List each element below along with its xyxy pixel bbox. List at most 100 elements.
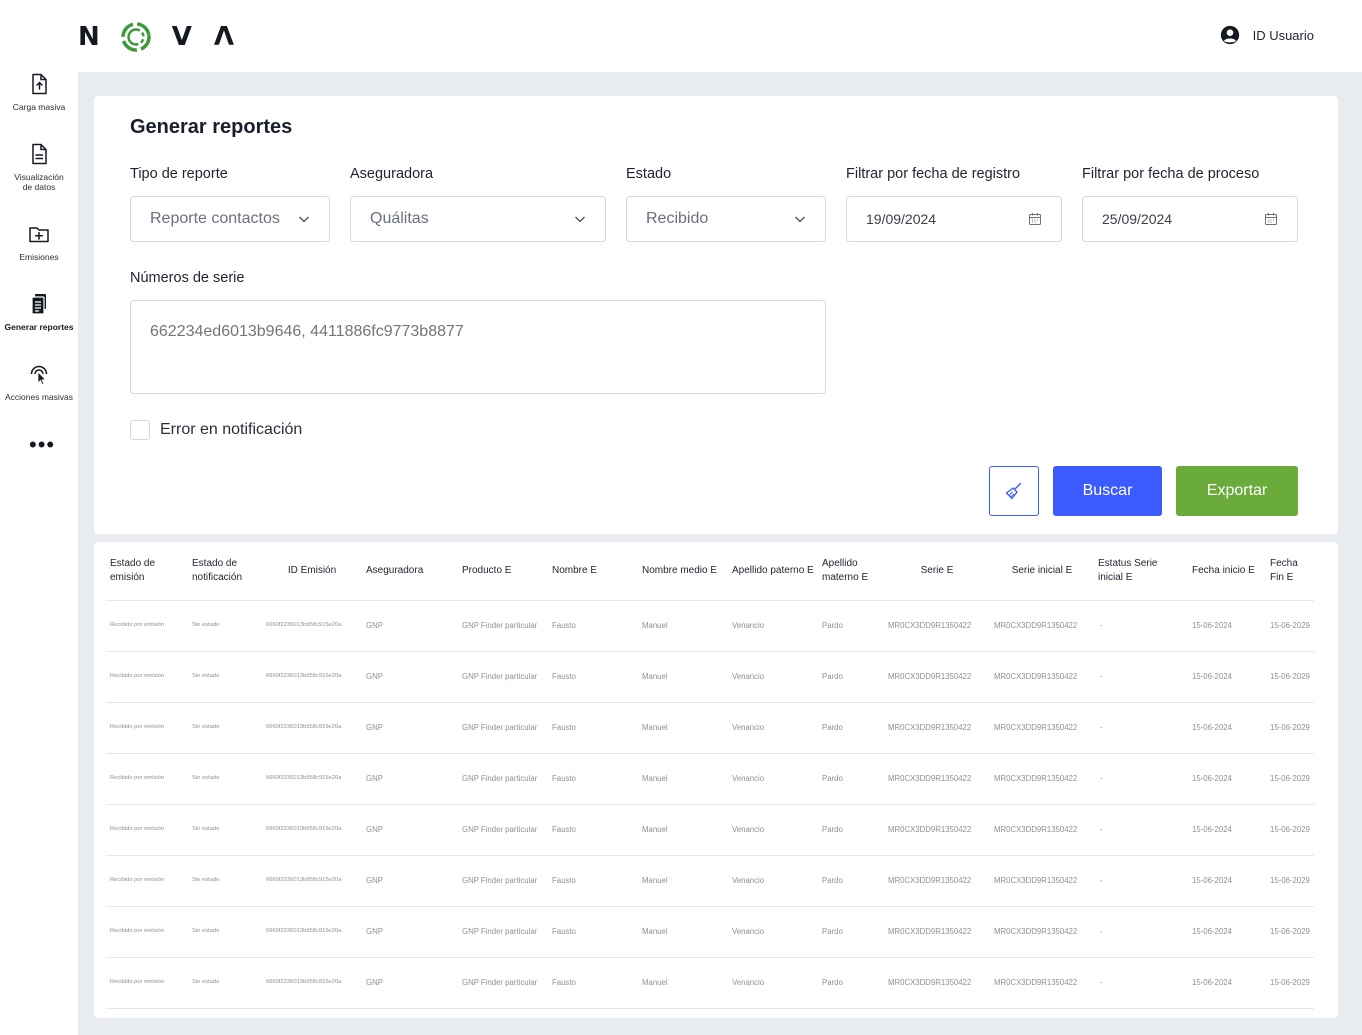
cell-serie-inicial: MR0CX3DD9R1350422 bbox=[990, 600, 1094, 652]
cell-apellido-paterno: Venancio bbox=[728, 600, 818, 652]
cell-nombre-medio: Manuel bbox=[638, 855, 728, 907]
table-row[interactable]: Recibido por emisión Sin estado 6660f22360… bbox=[106, 702, 1314, 754]
cell-estado-notificacion: Sin estado bbox=[188, 804, 262, 856]
cell-serie: MR0CX3DD9R1350422 bbox=[884, 651, 990, 703]
cell-estado-emision: Recibido por emisión bbox=[106, 651, 188, 703]
table-row[interactable]: Recibido por emisión Sin estado 6660f22360… bbox=[106, 855, 1314, 907]
sidebar: Carga masiva Visualización de datos Emis… bbox=[0, 72, 78, 1035]
checkbox-box[interactable] bbox=[130, 420, 150, 440]
fecha-registro-label: Filtrar por fecha de registro bbox=[846, 166, 1021, 182]
sidebar-item-label: Carga masiva bbox=[12, 102, 66, 112]
cell-apellido-materno: Pardo bbox=[818, 804, 884, 856]
cell-apellido-paterno: Venancio bbox=[728, 906, 818, 958]
cell-serie: MR0CX3DD9R1350422 bbox=[884, 702, 990, 754]
estado-select[interactable]: Recibido bbox=[626, 196, 826, 242]
cell-id-emision: 6660f2236013b958c915e20a bbox=[262, 702, 362, 754]
table-header-row: Estado de emisión Estado de notificación… bbox=[106, 542, 1314, 601]
sidebar-item-label: Generar reportes bbox=[4, 322, 74, 332]
cell-aseguradora: GNP bbox=[362, 600, 458, 652]
cell-producto: GNP Finder particular bbox=[458, 957, 548, 1009]
cell-nombre: Fausto bbox=[548, 651, 638, 703]
table-row[interactable]: Recibido por emisión Sin estado 6660f22360… bbox=[106, 753, 1314, 805]
col-header: Producto E bbox=[458, 542, 548, 601]
fecha-registro-value: 19/09/2024 bbox=[866, 211, 937, 227]
clear-filters-button[interactable] bbox=[989, 466, 1039, 516]
cell-nombre: Fausto bbox=[548, 753, 638, 805]
pointer-click-icon bbox=[30, 365, 48, 386]
cell-estado-emision: Recibido por emisión bbox=[106, 804, 188, 856]
fecha-proceso-label: Filtrar por fecha de proceso bbox=[1082, 166, 1260, 182]
cell-producto: GNP Finder particular bbox=[458, 906, 548, 958]
sidebar-item-generar-reportes[interactable]: Generar reportes bbox=[0, 292, 78, 332]
cell-apellido-materno: Pardo bbox=[818, 702, 884, 754]
chevron-down-icon bbox=[575, 216, 585, 223]
sidebar-item-emisiones[interactable]: Emisiones bbox=[0, 222, 78, 262]
numeros-serie-textarea[interactable] bbox=[130, 300, 826, 394]
file-upload-icon bbox=[32, 73, 47, 95]
table-row[interactable]: Recibido por emisión Sin estado 6660f22360… bbox=[106, 651, 1314, 703]
cell-serie: MR0CX3DD9R1350422 bbox=[884, 957, 990, 1009]
file-text-icon bbox=[32, 143, 47, 165]
cell-fecha-fin: 15-06-2029 bbox=[1266, 651, 1314, 703]
error-notificacion-checkbox[interactable]: Error en notificación bbox=[130, 420, 302, 440]
cell-estatus-serie: - bbox=[1094, 855, 1188, 907]
cell-apellido-paterno: Venancio bbox=[728, 753, 818, 805]
cell-fecha-inicio: 15-06-2024 bbox=[1188, 906, 1266, 958]
cell-nombre-medio: Manuel bbox=[638, 702, 728, 754]
cell-apellido-materno: Pardo bbox=[818, 906, 884, 958]
cell-fecha-fin: 15-06-2029 bbox=[1266, 855, 1314, 907]
sidebar-item-acciones-masivas[interactable]: Acciones masivas bbox=[0, 362, 78, 402]
cell-serie-inicial: MR0CX3DD9R1350422 bbox=[990, 753, 1094, 805]
cell-nombre: Fausto bbox=[548, 702, 638, 754]
cell-nombre-medio: Manuel bbox=[638, 804, 728, 856]
cell-id-emision: 6660f2236013b958c915e20a bbox=[262, 957, 362, 1009]
aseguradora-select[interactable]: Quálitas bbox=[350, 196, 606, 242]
col-header: Estado de notificación bbox=[188, 542, 262, 601]
error-notificacion-label: Error en notificación bbox=[160, 421, 303, 438]
table-row[interactable]: Recibido por emisión Sin estado 6660f22360… bbox=[106, 906, 1314, 958]
cell-estatus-serie: - bbox=[1094, 600, 1188, 652]
nova-logo[interactable]: N V Λ bbox=[78, 20, 234, 54]
col-header: Estatus Serie inicial E bbox=[1094, 542, 1188, 601]
tipo-reporte-value: Reporte contactos bbox=[150, 210, 280, 227]
table-row[interactable]: Recibido por emisión Sin estado 6660f22360… bbox=[106, 957, 1314, 1009]
cell-serie-inicial: MR0CX3DD9R1350422 bbox=[990, 855, 1094, 907]
cell-nombre-medio: Manuel bbox=[638, 600, 728, 652]
col-header: Fecha Fin E bbox=[1266, 542, 1314, 601]
buscar-button[interactable]: Buscar bbox=[1053, 466, 1162, 516]
calendar-icon[interactable] bbox=[1028, 212, 1042, 226]
fecha-proceso-input[interactable]: 25/09/2024 bbox=[1082, 196, 1298, 242]
cell-estado-emision: Recibido por emisión bbox=[106, 753, 188, 805]
user-menu[interactable]: ID Usuario bbox=[1219, 24, 1314, 46]
cell-nombre: Fausto bbox=[548, 804, 638, 856]
cell-serie-inicial: MR0CX3DD9R1350422 bbox=[990, 906, 1094, 958]
table-row[interactable]: Recibido por emisión Sin estado 6660f22360… bbox=[106, 804, 1314, 856]
cell-fecha-fin: 15-06-2029 bbox=[1266, 906, 1314, 958]
fecha-registro-input[interactable]: 19/09/2024 bbox=[846, 196, 1062, 242]
cell-apellido-paterno: Venancio bbox=[728, 804, 818, 856]
col-header: Serie E bbox=[884, 542, 990, 601]
filters-card: Generar reportes Tipo de reporte Reporte… bbox=[94, 96, 1338, 534]
cell-fecha-fin: 15-06-2029 bbox=[1266, 753, 1314, 805]
cell-estado-emision: Recibido por emisión bbox=[106, 702, 188, 754]
sidebar-item-carga-masiva[interactable]: Carga masiva bbox=[0, 72, 78, 112]
logo-letter-lambda: Λ bbox=[213, 22, 235, 52]
cell-estado-notificacion: Sin estado bbox=[188, 600, 262, 652]
cell-estatus-serie: - bbox=[1094, 906, 1188, 958]
cell-fecha-inicio: 15-06-2024 bbox=[1188, 702, 1266, 754]
broom-icon bbox=[1005, 482, 1022, 500]
tipo-reporte-label: Tipo de reporte bbox=[130, 166, 228, 182]
logo-letter-n: N bbox=[78, 22, 100, 52]
calendar-icon[interactable] bbox=[1264, 212, 1278, 226]
exportar-button[interactable]: Exportar bbox=[1176, 466, 1298, 516]
sidebar-item-label: Emisiones bbox=[19, 252, 59, 262]
cell-estado-notificacion: Sin estado bbox=[188, 702, 262, 754]
page-title: Generar reportes bbox=[130, 116, 293, 138]
tipo-reporte-select[interactable]: Reporte contactos bbox=[130, 196, 330, 242]
more-options-icon[interactable]: ••• bbox=[29, 434, 55, 456]
sidebar-item-label: Acciones masivas bbox=[4, 392, 74, 402]
cell-nombre-medio: Manuel bbox=[638, 753, 728, 805]
sidebar-item-visualizacion[interactable]: Visualización de datos bbox=[0, 142, 78, 192]
cell-estatus-serie: - bbox=[1094, 702, 1188, 754]
table-row[interactable]: Recibido por emisión Sin estado 6660f22360… bbox=[106, 600, 1314, 652]
